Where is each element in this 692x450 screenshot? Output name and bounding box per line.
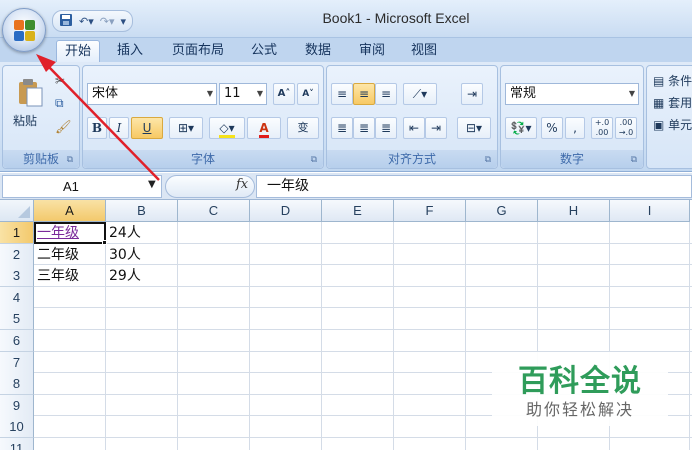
office-logo-icon	[14, 20, 36, 42]
watermark-title: 百科全说	[518, 364, 642, 399]
watermark-subtitle: 助你轻松解决	[525, 400, 634, 419]
watermark: 百科全说 助你轻松解决	[492, 352, 668, 426]
office-button[interactable]	[2, 8, 46, 52]
